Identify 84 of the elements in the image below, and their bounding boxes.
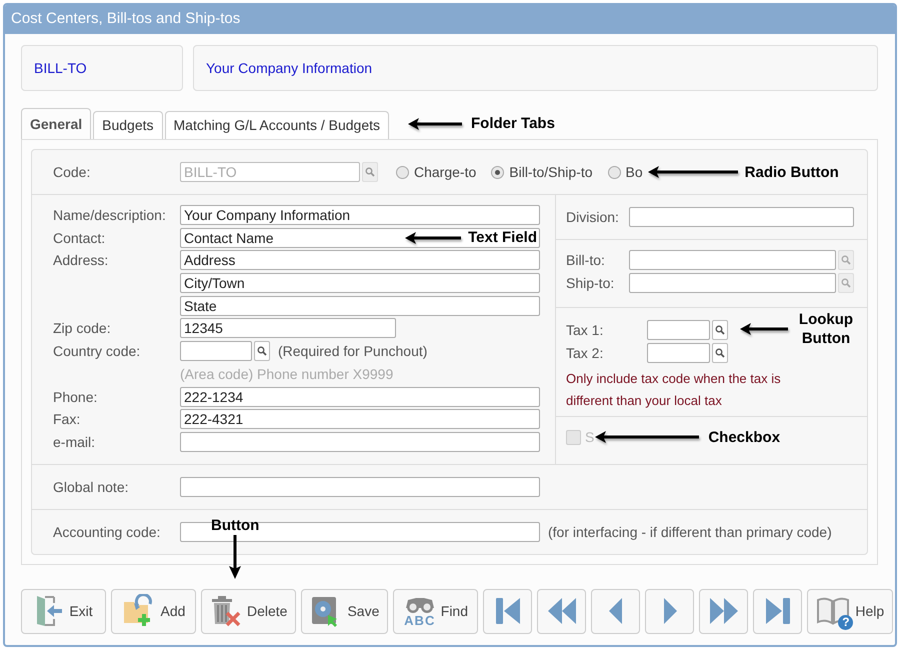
toolbar-button[interactable]: Exit <box>21 588 106 634</box>
nav-button[interactable] <box>483 588 532 634</box>
input-field[interactable] <box>180 476 540 497</box>
input-field[interactable] <box>629 207 854 227</box>
field-label: Contact: <box>53 230 106 246</box>
input-field[interactable] <box>629 250 836 270</box>
toolbar-button[interactable]: Save <box>301 588 388 634</box>
icon-text: ABC <box>404 614 436 627</box>
input-field[interactable]: 12345 <box>180 318 396 338</box>
field-label: Country code: <box>53 343 142 360</box>
checkbox-label: S <box>585 429 594 445</box>
callout-label: Lookup Button <box>798 310 854 348</box>
field-label: Code: <box>53 164 92 180</box>
input-field[interactable]: 222-1234 <box>180 386 540 406</box>
field-label: Ship-to: <box>566 275 616 291</box>
field-label: e-mail: <box>53 434 96 450</box>
callout-arrow <box>407 116 464 130</box>
nav-button[interactable] <box>591 588 640 634</box>
radio-label: Bill-to/Ship-to <box>509 164 593 180</box>
fast-forward-icon <box>708 597 739 626</box>
input-field[interactable] <box>629 273 836 293</box>
toolbar-button[interactable]: ? Help <box>807 588 894 634</box>
format-hint: (Area code) Phone number X9999 <box>180 366 394 382</box>
nav-button[interactable] <box>645 588 694 634</box>
callout-label: Radio Button <box>744 164 839 180</box>
field-label: Phone: <box>53 388 98 404</box>
radio-label: Bo <box>626 164 643 180</box>
field-label: Accounting code: <box>53 524 162 540</box>
input-field[interactable] <box>180 522 540 542</box>
code-text: BILL-TO <box>34 60 87 76</box>
input-field[interactable]: City/Town <box>180 273 540 294</box>
toolbar-button[interactable]: Add <box>111 588 196 634</box>
window-title: Cost Centers, Bill-tos and Ship-tos <box>5 5 895 34</box>
nav-button[interactable] <box>699 588 748 634</box>
input-field[interactable] <box>647 320 710 340</box>
callout-label: Checkbox <box>708 428 780 446</box>
input-field[interactable]: 222-4321 <box>180 409 540 430</box>
search-icon <box>715 348 725 358</box>
radio-label: Charge-to <box>414 164 476 180</box>
nav-button[interactable] <box>753 588 802 634</box>
trash-icon <box>210 594 242 628</box>
lookup-button[interactable] <box>254 341 270 362</box>
field-label: Name/description: <box>53 207 167 223</box>
rewind-icon <box>546 597 577 626</box>
tab[interactable]: General <box>21 108 92 139</box>
search-icon <box>257 346 267 356</box>
lookup-button[interactable] <box>712 320 728 340</box>
field-label: Zip code: <box>53 320 112 336</box>
input-field[interactable]: Address <box>180 250 540 270</box>
input-field[interactable] <box>180 432 540 452</box>
field-label: Tax 1: <box>566 322 604 338</box>
field-label: Tax 2: <box>566 345 604 361</box>
book-icon <box>816 596 850 626</box>
field-note: (for interfacing - if different than primary code) <box>548 524 832 540</box>
input-field[interactable] <box>647 343 710 363</box>
search-icon <box>715 325 725 335</box>
input-field[interactable]: State <box>180 296 540 316</box>
input-field[interactable] <box>180 341 252 362</box>
exit-door-icon <box>34 594 64 628</box>
field-label: Address: <box>53 252 110 268</box>
tab[interactable]: Budgets <box>93 111 163 139</box>
binoculars-icon <box>404 596 436 614</box>
nav-button[interactable] <box>537 588 586 634</box>
search-icon <box>365 167 375 177</box>
toolbar-button[interactable]: Delete <box>201 588 296 634</box>
callout-arrow <box>228 534 242 580</box>
callout-arrow <box>739 322 789 336</box>
toolbar-button[interactable]: ABC Find <box>393 588 478 634</box>
previous-icon <box>606 597 625 626</box>
callout-label: Button <box>211 516 260 534</box>
search-icon <box>841 255 851 265</box>
name-text: Your Company Information <box>206 60 372 76</box>
field-label: Fax: <box>53 411 82 428</box>
field-label: Bill-to: <box>566 252 606 268</box>
tab[interactable]: Matching G/L Accounts / Budgets <box>164 111 390 139</box>
field-note: (Required for Punchout) <box>278 343 428 360</box>
help-badge: ? <box>838 615 854 630</box>
search-icon <box>841 278 851 288</box>
callout-label: Folder Tabs <box>471 115 555 132</box>
tax-note: Only include tax code when the tax is different than your local tax <box>566 370 782 410</box>
field-label: Division: <box>566 209 620 225</box>
field-label: Global note: <box>53 478 130 495</box>
lookup-button[interactable] <box>712 343 728 363</box>
input-field[interactable]: Your Company Information <box>180 205 540 225</box>
